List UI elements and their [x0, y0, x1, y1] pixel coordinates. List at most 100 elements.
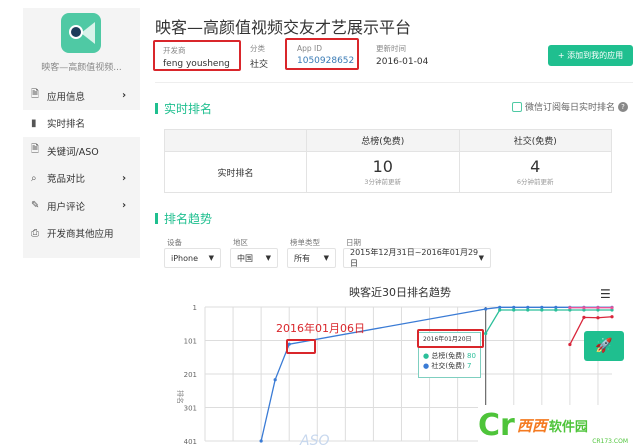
y-tick-label: 1 — [193, 304, 197, 312]
filter-select[interactable]: iPhone ▼ — [164, 248, 221, 268]
sidebar-item[interactable]: 🗎 应用信息 › — [23, 82, 140, 109]
aso-watermark-icon: ASO — [299, 433, 329, 445]
document-icon: 🗎 — [31, 144, 40, 155]
realtime-section-title: 实时排名 — [155, 100, 212, 117]
add-to-my-apps-button[interactable]: + 添加到我的应用 — [548, 45, 633, 66]
data-point[interactable] — [582, 315, 586, 319]
y-tick-label: 201 — [184, 371, 197, 379]
data-point[interactable] — [273, 378, 277, 382]
y-tick-label: 401 — [184, 438, 197, 445]
data-point[interactable] — [498, 308, 502, 312]
data-point[interactable] — [596, 306, 600, 310]
row-label: 实时排名 — [164, 151, 307, 193]
sidebar-item-label: 竞品对比 — [47, 174, 86, 185]
back-to-top-rocket-button[interactable]: 🚀 — [584, 331, 624, 361]
appid-label: App ID — [297, 44, 323, 53]
sidebar-item-label: 实时排名 — [47, 119, 86, 130]
annotation-highlight — [286, 339, 316, 354]
filter-value: 中国 — [237, 253, 253, 263]
developer-field: 开发商 feng yousheng — [153, 40, 241, 71]
developer-label: 开发商 — [163, 46, 186, 55]
sidebar-item[interactable]: ✎ 用户评论 › — [23, 192, 140, 219]
sidebar-item[interactable]: ⌕ 竞品对比 › — [23, 165, 140, 192]
series-line — [485, 309, 612, 334]
category-value: 社交 — [250, 60, 269, 70]
data-point[interactable] — [554, 308, 558, 312]
data-point[interactable] — [484, 331, 488, 336]
watermark-url: CR173.COM — [592, 438, 628, 445]
watermark-logo: Cr 西西 软件园 CR173.COM — [478, 405, 634, 445]
pencil-icon: ✎ — [31, 200, 40, 211]
rank-updated: 6分钟前更新 — [516, 178, 554, 186]
bar-chart-icon: ▮ — [31, 117, 37, 129]
tooltip-row: ● 总榜(免费) 80 — [423, 352, 476, 360]
sidebar-item[interactable]: 🗎 关键词/ASO — [23, 137, 140, 164]
data-point[interactable] — [610, 306, 614, 310]
caret-down-icon: ▼ — [265, 254, 271, 262]
wechat-subscribe[interactable]: 微信订阅每日实时排名? — [512, 100, 629, 113]
rank-cell: 4 6分钟前更新 — [458, 151, 612, 193]
filter-value: 所有 — [294, 253, 310, 263]
sidebar: 映客—高颜值视频... 🗎 应用信息 › ▮ 实时排名 🗎 关键词/ASO ⌕ 竞品对比 › ✎ 用户… — [23, 8, 140, 258]
tooltip-row: ● 社交(免费) 7 — [423, 362, 472, 370]
data-point[interactable] — [568, 342, 572, 347]
data-point[interactable] — [540, 308, 544, 312]
data-point[interactable] — [596, 316, 600, 320]
y-tick-label: 101 — [184, 338, 197, 346]
filter-value: 2015年12月31日~2016年01月29日 — [350, 248, 479, 268]
rank-updated: 3分钟前更新 — [364, 178, 402, 186]
filter-select[interactable]: 所有 ▼ — [287, 248, 336, 268]
category-label: 分类 — [250, 44, 265, 53]
filter-select[interactable]: 中国 ▼ — [230, 248, 278, 268]
filter-label: 地区 — [233, 238, 248, 247]
sidebar-item-label: 关键词/ASO — [47, 146, 99, 158]
divider — [155, 82, 633, 83]
realtime-rank-table: 总榜(免费) 社交(免费) 实时排名 10 3分钟前更新 4 6分钟前更新 — [164, 129, 612, 193]
y-tick-label: 301 — [184, 405, 197, 413]
box-icon: ⎙ — [31, 227, 39, 239]
chevron-right-icon: › — [122, 200, 127, 211]
rank-value: 4 — [530, 157, 541, 176]
filter-value: iPhone — [171, 253, 199, 263]
data-point[interactable] — [610, 315, 614, 319]
trend-section-title: 排名趋势 — [155, 210, 212, 227]
chevron-right-icon: › — [122, 90, 127, 101]
data-point[interactable] — [526, 308, 530, 312]
updated-field: 更新时间 2016-01-04 — [376, 43, 428, 67]
sidebar-item[interactable]: ▮ 实时排名 — [23, 109, 140, 137]
developer-value[interactable]: feng yousheng — [163, 59, 230, 69]
data-point[interactable] — [582, 306, 586, 310]
column-header: 社交(免费) — [458, 129, 612, 152]
rank-cell: 10 3分钟前更新 — [306, 151, 460, 193]
chevron-right-icon: › — [122, 172, 127, 184]
data-point[interactable] — [484, 307, 488, 311]
updated-value: 2016-01-04 — [376, 57, 429, 67]
help-icon[interactable]: ? — [618, 101, 629, 112]
sidebar-item[interactable]: ⎙ 开发商其他应用 — [23, 220, 140, 247]
sidebar-item-label: 开发商其他应用 — [47, 229, 114, 240]
caret-down-icon: ▼ — [208, 254, 214, 262]
filter-label: 榜单类型 — [290, 238, 320, 247]
caret-down-icon: ▼ — [478, 254, 484, 262]
category-field: 分类 社交 — [250, 43, 268, 70]
filter-select[interactable]: 2015年12月31日~2016年01月29日 ▼ — [343, 248, 491, 268]
subscribe-checkbox[interactable] — [512, 101, 522, 112]
data-point[interactable] — [568, 306, 572, 310]
app-name: 映客—高颜值视频... — [41, 63, 122, 73]
sidebar-item-label: 应用信息 — [47, 91, 86, 103]
page-title: 映客—高颜值视频交友才艺展示平台 — [155, 18, 412, 37]
document-icon: 🗎 — [31, 89, 40, 100]
sidebar-item-label: 用户评论 — [47, 201, 86, 213]
updated-label: 更新时间 — [376, 44, 406, 53]
table-corner — [164, 129, 307, 152]
filter-label: 设备 — [167, 238, 182, 247]
tooltip-date: 2016年01月20日 — [417, 329, 484, 348]
y-axis-label: 排名 — [176, 390, 185, 404]
column-header: 总榜(免费) — [306, 129, 460, 152]
appid-link[interactable]: 1050928652 — [297, 56, 354, 66]
rank-value: 10 — [372, 157, 393, 176]
search-icon: ⌕ — [31, 172, 37, 184]
appid-field: App ID 1050928652 — [285, 38, 359, 70]
data-point[interactable] — [259, 439, 263, 443]
data-point[interactable] — [512, 308, 516, 312]
